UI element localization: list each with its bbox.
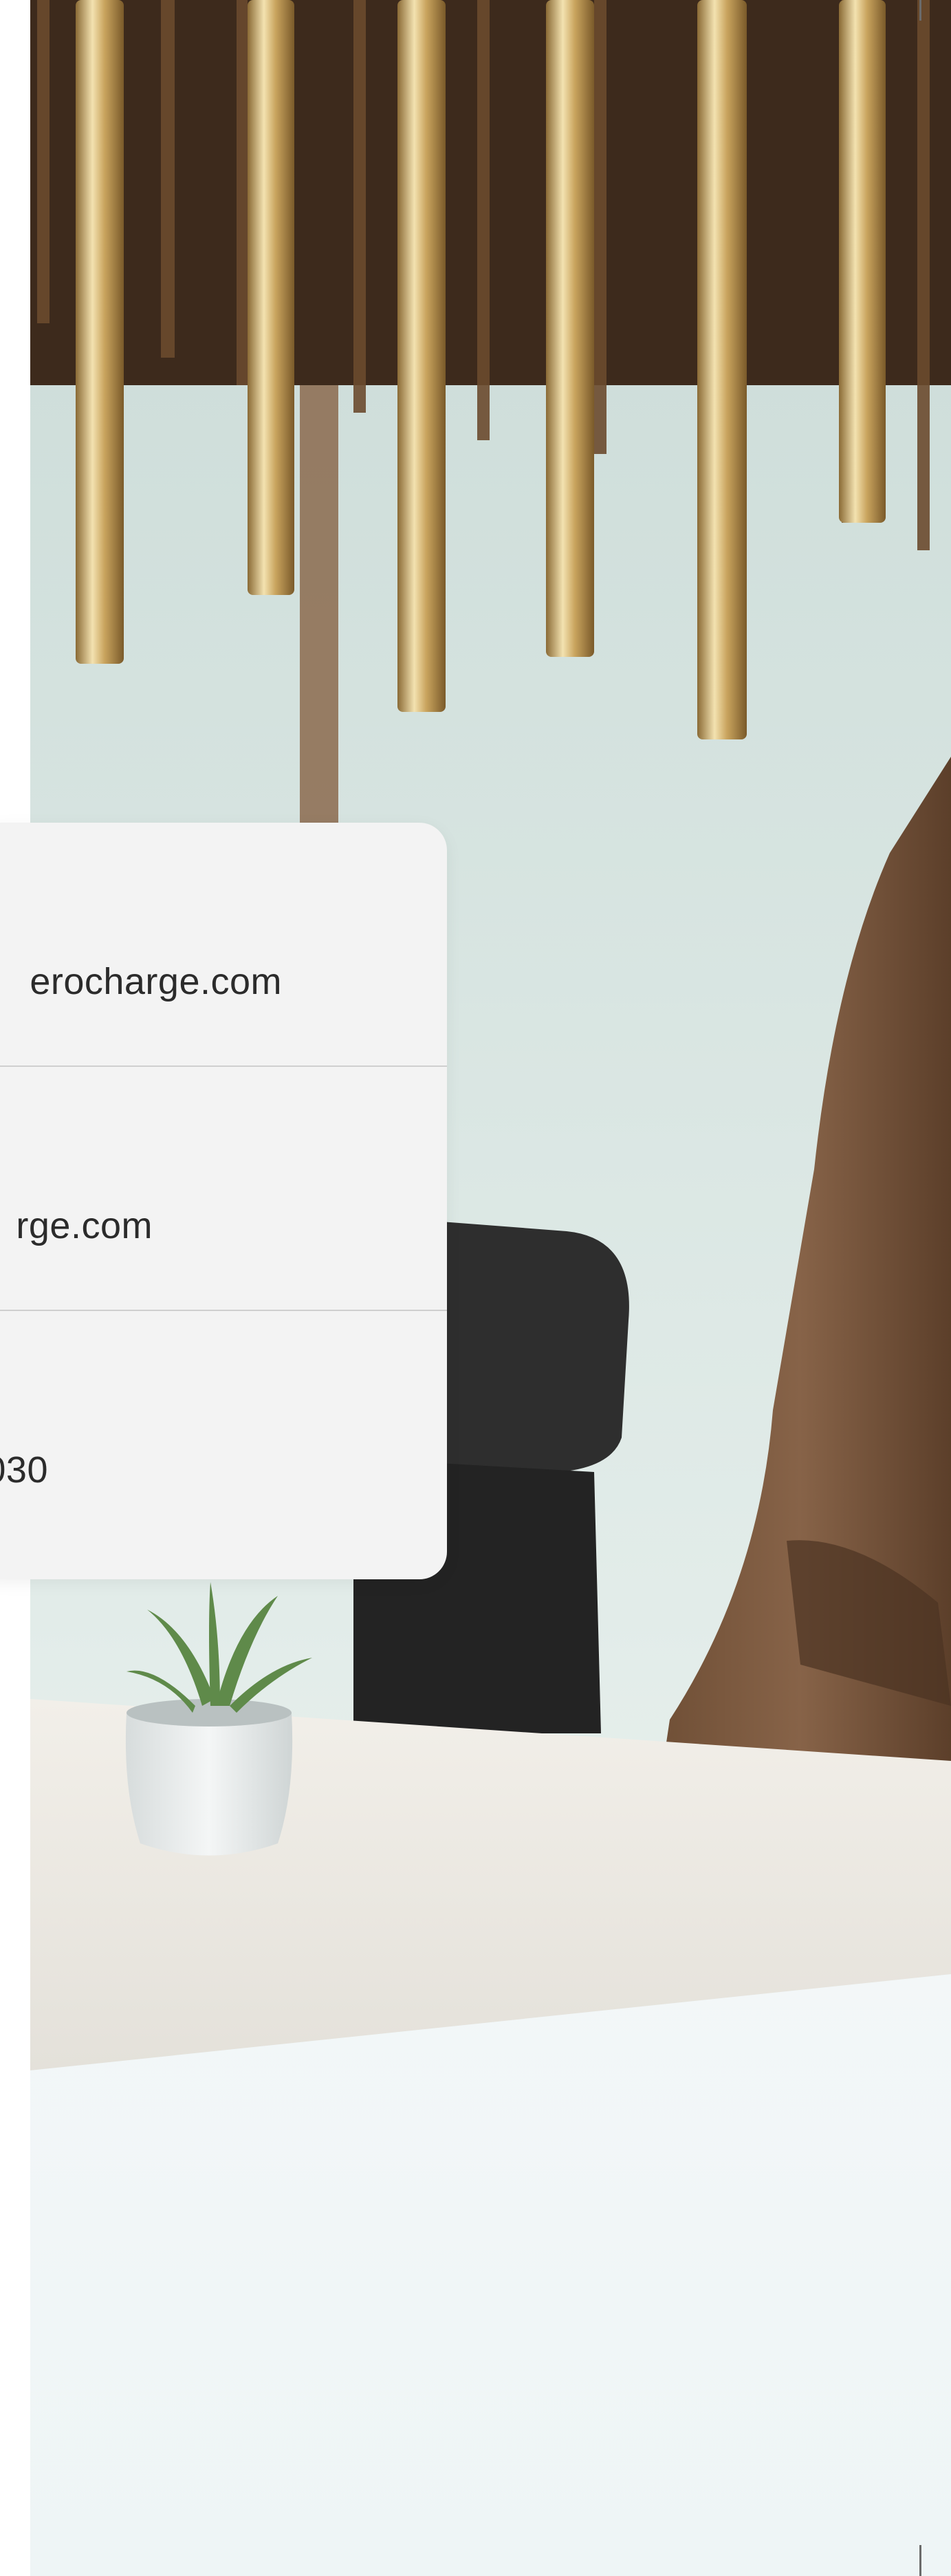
contact-row-phone[interactable]: 030 (0, 1311, 447, 1554)
contact-secondary-email-value[interactable]: rge.com (16, 1204, 153, 1247)
corner-mark-bottom (919, 2545, 921, 2576)
contact-email-value[interactable]: erocharge.com (30, 960, 282, 1003)
contact-row-email[interactable]: erocharge.com (0, 823, 447, 1065)
contact-card: erocharge.com rge.com 030 (0, 823, 447, 1579)
page: erocharge.com rge.com 030 (0, 0, 951, 2576)
contact-row-secondary-email[interactable]: rge.com (0, 1067, 447, 1310)
corner-mark-top (919, 0, 921, 21)
contact-phone-value[interactable]: 030 (0, 1449, 48, 1491)
